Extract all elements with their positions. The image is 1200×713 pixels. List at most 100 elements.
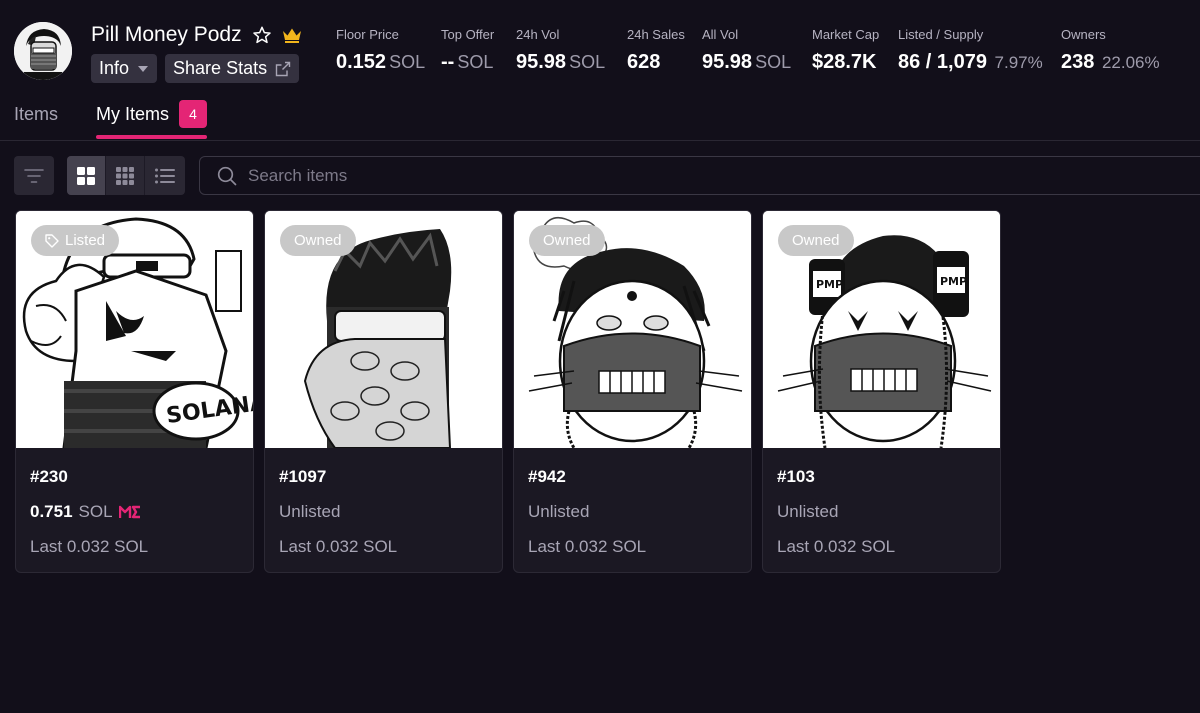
art-text: PMP — [816, 278, 843, 291]
stat-listed-supply: Listed / Supply 86 / 1,079 7.97% — [898, 27, 1043, 74]
filter-button[interactable] — [14, 156, 54, 195]
nft-card[interactable]: Owned #1097 Unlisted Last 0.032 SOL — [264, 210, 503, 573]
badge-label: Owned — [543, 232, 591, 249]
owned-badge: Owned — [778, 225, 854, 256]
badge-label: Listed — [65, 232, 106, 249]
collection-header: Pill Money Podz Info Share Stats Floor P… — [0, 0, 1200, 92]
view-toggle-group — [67, 156, 185, 195]
stat-unit: SOL — [755, 52, 792, 72]
nft-name: #230 — [30, 467, 68, 486]
large-grid-icon — [77, 166, 95, 185]
stat-label: Listed / Supply — [898, 27, 984, 42]
filter-icon — [24, 168, 44, 183]
listed-badge: Listed — [31, 225, 120, 256]
nft-image: PMP PMP Owned — [763, 211, 1000, 448]
stat-label: Top Offer — [441, 27, 495, 42]
stat-number: $28.7K — [812, 51, 877, 73]
nft-last-sale: Last 0.032 SOL — [279, 537, 398, 556]
nft-image: Owned — [265, 211, 502, 448]
search-input[interactable] — [248, 157, 1148, 194]
badge-label: Owned — [792, 232, 840, 249]
stat-label: Owners — [1061, 27, 1106, 42]
stat-number: 0.152 — [336, 51, 387, 73]
art-text: PMP — [940, 275, 967, 288]
collection-name: Pill Money Podz — [91, 23, 242, 46]
stat-owners: Owners 238 22.06% — [1061, 27, 1160, 74]
stat-percent: 7.97% — [994, 53, 1043, 72]
view-small-grid-button[interactable] — [106, 156, 145, 195]
view-large-grid-button[interactable] — [67, 156, 106, 195]
stat-value: 95.98 SOL — [702, 51, 791, 74]
nft-name: #103 — [777, 467, 815, 486]
stat-unit: SOL — [569, 52, 606, 72]
price-currency: SOL — [78, 502, 113, 521]
stat-label: All Vol — [702, 27, 739, 42]
nft-image: SOLANA Listed — [16, 211, 253, 448]
nft-card[interactable]: Owned #942 Unlisted Last 0.032 SOL — [513, 210, 752, 573]
crown-icon — [282, 27, 302, 43]
stat-top-offer: Top Offer -- SOL — [441, 27, 494, 74]
nft-price: 0.751 SOL — [30, 502, 141, 522]
stat-floor-price: Floor Price 0.152 SOL — [336, 27, 425, 74]
stat-value: -- SOL — [441, 51, 494, 74]
nft-status: Unlisted — [777, 502, 839, 521]
stat-value: $28.7K — [812, 51, 879, 74]
stat-value: 0.152 SOL — [336, 51, 425, 74]
collection-avatar[interactable] — [14, 22, 72, 80]
view-list-button[interactable] — [145, 156, 184, 195]
nft-image: Owned — [514, 211, 751, 448]
stat-24h-sales: 24h Sales 628 — [627, 27, 685, 74]
small-grid-icon — [116, 166, 134, 185]
nft-last-sale: Last 0.032 SOL — [30, 537, 149, 556]
stat-value: 95.98 SOL — [516, 51, 605, 74]
stat-all-vol: All Vol 95.98 SOL — [702, 27, 791, 74]
nft-name: #1097 — [279, 467, 327, 486]
stat-24h-vol: 24h Vol 95.98 SOL — [516, 27, 605, 74]
owned-badge: Owned — [280, 225, 356, 256]
my-items-count-badge: 4 — [179, 100, 207, 128]
stat-label: Floor Price — [336, 27, 399, 42]
share-stats-button[interactable]: Share Stats — [165, 54, 300, 83]
stat-unit: SOL — [389, 52, 426, 72]
price-amount: 0.751 — [30, 502, 73, 521]
search-icon — [217, 166, 237, 186]
search-box — [199, 156, 1200, 195]
collection-actions: Info Share Stats — [91, 54, 300, 83]
owned-badge: Owned — [529, 225, 605, 256]
nft-last-sale: Last 0.032 SOL — [528, 537, 647, 556]
stat-unit: SOL — [457, 52, 494, 72]
active-tab-indicator — [96, 135, 207, 139]
stat-number: 238 — [1061, 51, 1095, 73]
stat-number: 628 — [627, 51, 661, 73]
stat-label: 24h Sales — [627, 27, 685, 42]
stat-label: Market Cap — [812, 27, 880, 42]
favorite-star-icon[interactable] — [252, 25, 272, 45]
nft-card[interactable]: PMP PMP Owned #103 Unlisted Last 0.032 S… — [762, 210, 1001, 573]
caret-down-icon — [138, 65, 149, 72]
stat-number: 95.98 — [702, 51, 753, 73]
stat-percent: 22.06% — [1101, 53, 1160, 72]
nft-card[interactable]: SOLANA Listed #230 0.751 SOL Last 0.032 … — [15, 210, 254, 573]
tag-icon — [45, 233, 59, 248]
stat-number: 86 / 1,079 — [898, 51, 987, 73]
collection-title-row: Pill Money Podz — [91, 23, 302, 47]
tab-items[interactable]: Items — [14, 104, 58, 125]
stat-number: 95.98 — [516, 51, 567, 73]
list-icon — [154, 168, 175, 183]
stat-value: 628 — [627, 51, 685, 74]
stat-value: 86 / 1,079 7.97% — [898, 51, 1043, 74]
share-icon — [275, 61, 291, 76]
nft-name: #942 — [528, 467, 566, 486]
stat-number: -- — [441, 51, 455, 73]
items-toolbar — [0, 156, 1200, 196]
item-tabs: Items My Items 4 — [0, 92, 1200, 141]
stat-value: 238 22.06% — [1061, 51, 1160, 74]
info-dropdown-button[interactable]: Info — [91, 54, 158, 83]
nft-status: Unlisted — [279, 502, 341, 521]
share-stats-label: Share Stats — [173, 58, 268, 78]
tab-my-items[interactable]: My Items — [96, 104, 169, 125]
info-label: Info — [99, 58, 130, 78]
stat-label: 24h Vol — [516, 27, 560, 42]
magic-eden-icon — [118, 505, 140, 519]
nft-last-sale: Last 0.032 SOL — [777, 537, 896, 556]
